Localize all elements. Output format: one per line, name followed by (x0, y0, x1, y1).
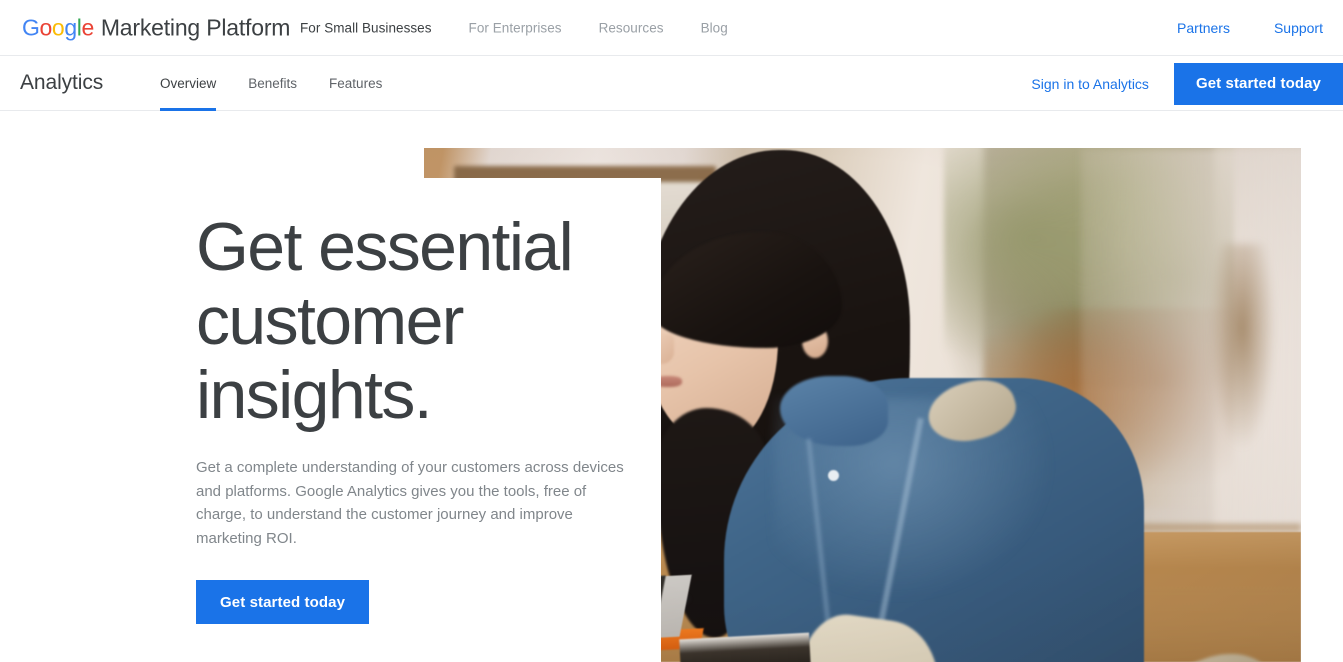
subnav-tabs: Overview Benefits Features (160, 56, 414, 111)
product-subnav: Analytics Overview Benefits Features Sig… (0, 56, 1343, 111)
photo-apron-tie (1154, 639, 1284, 662)
hero-heading-line-1: Get essential (196, 209, 574, 285)
header-utility-links: Partners Support (1133, 20, 1323, 36)
nav-item-for-small-businesses[interactable]: For Small Businesses (300, 20, 432, 35)
page-root: Google Marketing Platform For Small Busi… (0, 0, 1343, 662)
photo-shirt-button (828, 470, 839, 481)
logo-letter-g2: g (64, 14, 77, 40)
sign-in-to-analytics-link[interactable]: Sign in to Analytics (1031, 76, 1149, 92)
google-wordmark: Google (22, 14, 94, 41)
global-header: Google Marketing Platform For Small Busi… (0, 0, 1343, 56)
tab-overview-label: Overview (160, 76, 217, 91)
tab-benefits[interactable]: Benefits (248, 56, 297, 111)
get-started-today-hero-button[interactable]: Get started today (196, 580, 370, 624)
hero-description: Get a complete understanding of your cus… (196, 459, 624, 547)
tab-features-label: Features (329, 76, 383, 91)
hero-content-card: Get essential customer insights. Get a c… (0, 178, 661, 662)
google-marketing-platform-logo[interactable]: Google Marketing Platform (22, 14, 290, 41)
subnav-actions: Sign in to Analytics Get started today (1031, 56, 1343, 111)
logo-letter-o2: o (51, 14, 65, 40)
logo-letter-g1: G (22, 14, 40, 40)
hero-section: Get essential customer insights. Get a c… (0, 112, 1343, 662)
nav-item-for-enterprises[interactable]: For Enterprises (469, 20, 562, 35)
nav-item-blog[interactable]: Blog (701, 20, 728, 35)
tab-benefits-label: Benefits (248, 76, 298, 91)
product-title: Analytics (20, 71, 104, 94)
get-started-today-header-button[interactable]: Get started today (1173, 62, 1343, 105)
support-link[interactable]: Support (1274, 20, 1323, 36)
hero-heading: Get essential customer insights. (196, 210, 636, 432)
nav-item-resources[interactable]: Resources (599, 20, 664, 35)
hero-heading-line-2: customer (196, 283, 464, 359)
primary-nav: For Small Businesses For Enterprises Res… (300, 20, 728, 35)
partners-link[interactable]: Partners (1177, 20, 1230, 36)
hero-heading-line-3: insights. (196, 357, 433, 433)
logo-letter-o1: o (39, 14, 53, 40)
tab-overview[interactable]: Overview (160, 56, 217, 111)
brand-suffix-label: Marketing Platform (100, 14, 291, 40)
logo-letter-e: e (81, 14, 94, 40)
tab-features[interactable]: Features (329, 56, 382, 111)
hero-content: Get essential customer insights. Get a c… (196, 178, 636, 624)
